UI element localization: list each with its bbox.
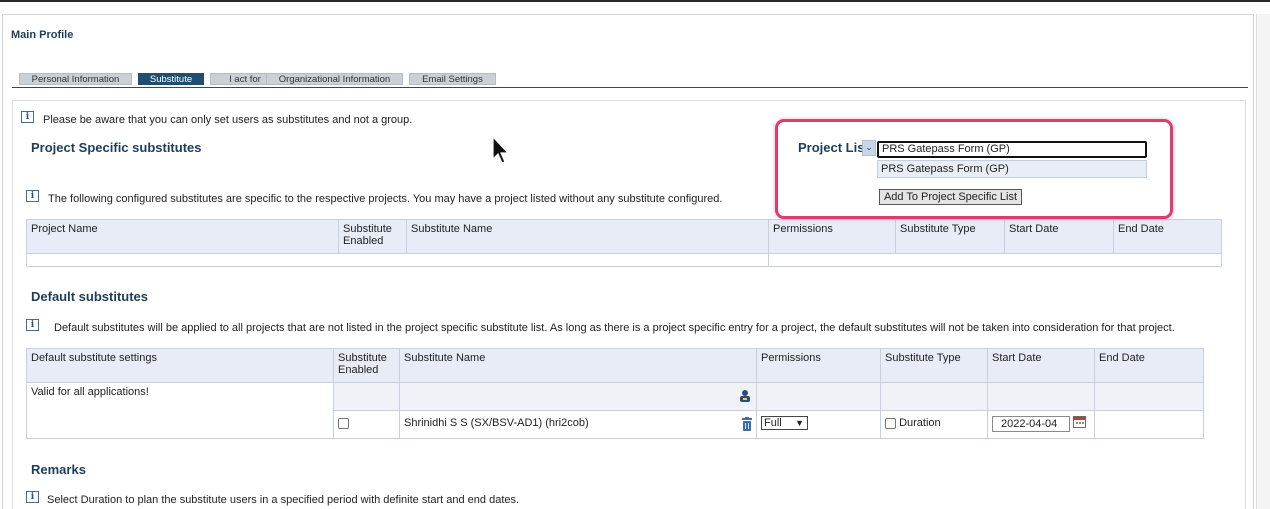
valid-for-all-cell: Valid for all applications! (26, 382, 334, 439)
chevron-down-icon: ▼ (795, 418, 804, 428)
valid-for-all-text: Valid for all applications! (31, 386, 149, 398)
trash-icon[interactable] (742, 417, 752, 431)
duration-checkbox[interactable] (885, 417, 896, 429)
info-icon: i (26, 491, 39, 503)
add-user-icon[interactable] (738, 389, 752, 403)
tab-organizational-information[interactable]: Organizational Information (266, 73, 403, 85)
add-user-cell (399, 382, 757, 411)
default-substitutes-info: Default substitutes will be applied to a… (54, 322, 1175, 334)
project-specific-info: The following configured substitutes are… (48, 193, 723, 205)
mouse-cursor-icon (492, 135, 510, 164)
tab-email-settings[interactable]: Email Settings (409, 73, 496, 85)
column-header: Default substitute settings (26, 348, 334, 383)
empty-cell (756, 382, 881, 411)
info-icon: i (26, 190, 39, 202)
substitute-name: Shrinidhi S S (SX/BSV-AD1) (hri2cob) (404, 417, 589, 429)
tab-underline (12, 87, 1248, 88)
empty-cell (1094, 382, 1204, 411)
empty-cell (26, 253, 769, 267)
default-substitutes-table: Default substitute settings Substitute E… (26, 348, 1204, 439)
highlight-box (775, 119, 1173, 219)
notice-text: Please be aware that you can only set us… (43, 114, 413, 126)
scrollbar[interactable] (1256, 14, 1270, 509)
empty-cell (880, 382, 988, 411)
tab-substitute[interactable]: Substitute (138, 73, 204, 85)
column-header: Permissions (756, 348, 881, 383)
info-icon: i (21, 111, 34, 123)
permission-select[interactable]: Full ▼ (761, 416, 808, 430)
start-date-cell: 2022-04-04 (987, 410, 1095, 439)
column-header: Substitute Name (399, 348, 757, 383)
empty-cell (987, 382, 1095, 411)
page-title: Main Profile (11, 29, 74, 41)
calendar-icon[interactable] (1073, 416, 1087, 428)
tab-personal-information[interactable]: Personal Information (19, 73, 132, 85)
end-date-cell (1094, 410, 1204, 439)
column-header: End Date (1094, 348, 1204, 383)
start-date-input[interactable]: 2022-04-04 (992, 416, 1070, 432)
enabled-cell (333, 410, 400, 439)
column-header: Substitute Name (406, 219, 769, 254)
column-header: End Date (1113, 219, 1222, 254)
column-header: Permissions (768, 219, 896, 254)
column-header: Project Name (26, 219, 339, 254)
column-header: Substitute Enabled (333, 348, 400, 383)
column-header: Substitute Type (895, 219, 1005, 254)
project-specific-title: Project Specific substitutes (31, 140, 202, 155)
default-substitutes-title: Default substitutes (31, 289, 149, 304)
project-specific-table: Project Name Substitute Enabled Substitu… (26, 219, 1222, 267)
empty-cell (333, 382, 400, 411)
column-header: Start Date (987, 348, 1095, 383)
top-edge (0, 0, 1270, 2)
column-header: Substitute Type (880, 348, 988, 383)
substitute-type: Duration (899, 417, 941, 429)
remarks-info: Select Duration to plan the substitute u… (47, 494, 520, 506)
column-header: Start Date (1004, 219, 1114, 254)
substitute-name-cell: Shrinidhi S S (SX/BSV-AD1) (hri2cob) (399, 410, 757, 439)
type-cell: Duration (880, 410, 988, 439)
remarks-title: Remarks (31, 462, 86, 477)
substitute-enabled-checkbox[interactable] (338, 417, 349, 429)
empty-cell (768, 253, 1222, 267)
column-header: Substitute Enabled (338, 219, 407, 254)
info-icon: i (26, 319, 39, 331)
permission-cell: Full ▼ (756, 410, 881, 439)
permission-value: Full (764, 417, 782, 429)
